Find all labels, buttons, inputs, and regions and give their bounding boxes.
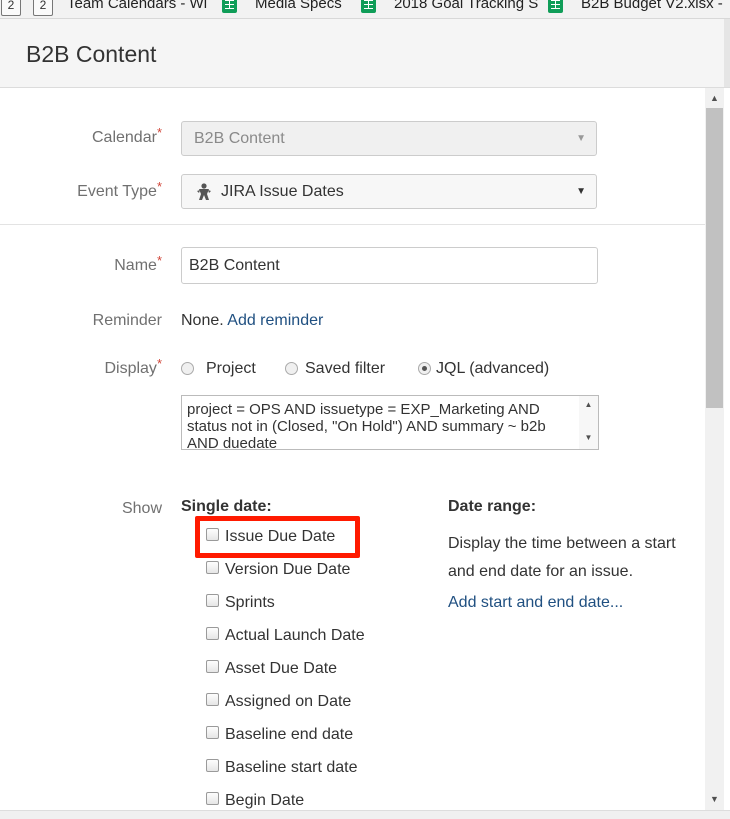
- checkbox-version-due-date[interactable]: [206, 561, 219, 574]
- event-type-select[interactable]: JIRA Issue Dates ▼: [181, 174, 597, 209]
- calendar-select: B2B Content ▼: [181, 121, 597, 156]
- calendar-label: Calendar*: [92, 125, 162, 146]
- page-scrollbar[interactable]: ▲ ▼: [705, 88, 724, 810]
- event-type-label: Event Type*: [77, 179, 162, 200]
- checkbox-actual-launch-date[interactable]: [206, 627, 219, 640]
- jql-textarea[interactable]: project = OPS AND issuetype = EXP_Market…: [181, 395, 599, 450]
- sheets-icon: [222, 0, 237, 13]
- calendar-select-value: B2B Content: [194, 130, 285, 147]
- window-edge: [724, 19, 730, 87]
- divider: [0, 224, 705, 225]
- radio-jql[interactable]: [418, 362, 431, 375]
- required-marker: *: [156, 179, 162, 194]
- dialog-title: B2B Content: [26, 41, 157, 67]
- bookmark-b2b-budget[interactable]: B2B Budget V2.xlsx -: [581, 0, 723, 12]
- add-reminder-link[interactable]: Add reminder: [227, 312, 323, 329]
- show-label: Show: [121, 500, 162, 517]
- annotation-highlight-box: [195, 516, 360, 558]
- reminder-value: None. Add reminder: [181, 312, 323, 330]
- checkbox-label: Version Due Date: [225, 561, 351, 578]
- checkbox-begin-date[interactable]: [206, 792, 219, 805]
- bookmark-media-specs[interactable]: Media Specs: [255, 0, 342, 12]
- jira-icon: [197, 183, 211, 200]
- checkbox-assigned-on-date[interactable]: [206, 693, 219, 706]
- checkbox-label: Baseline start date: [225, 759, 358, 776]
- reminder-none-text: None.: [181, 312, 224, 329]
- bookmark-team-calendars[interactable]: Team Calendars - Wi: [67, 0, 207, 12]
- jql-scrollbar[interactable]: ▲ ▼: [579, 396, 598, 449]
- checkbox-label: Actual Launch Date: [225, 627, 365, 644]
- checkbox-baseline-end-date[interactable]: [206, 726, 219, 739]
- checkbox-baseline-start-date[interactable]: [206, 759, 219, 772]
- checkbox-sprints[interactable]: [206, 594, 219, 607]
- scroll-up-icon[interactable]: ▲: [705, 90, 724, 106]
- checkbox-label: Assigned on Date: [225, 693, 352, 710]
- radio-saved-filter-label: Saved filter: [305, 360, 386, 377]
- radio-jql-label: JQL (advanced): [436, 360, 550, 377]
- sheets-icon: [548, 0, 563, 13]
- add-start-end-date-link[interactable]: Add start and end date...: [448, 594, 623, 612]
- event-type-value: JIRA Issue Dates: [221, 183, 344, 200]
- bookmarks-bar: 2 2 Team Calendars - Wi Media Specs 2018…: [0, 0, 730, 19]
- required-marker: *: [156, 253, 162, 268]
- date-range-description: Display the time between a start and end…: [448, 535, 676, 580]
- chevron-down-icon: ▼: [576, 186, 586, 197]
- checkbox-label: Begin Date: [225, 792, 305, 809]
- name-label: Name*: [114, 253, 162, 274]
- dialog-header: B2B Content: [0, 19, 730, 88]
- checkbox-label: Asset Due Date: [225, 660, 338, 677]
- scroll-up-icon[interactable]: ▲: [579, 400, 598, 409]
- radio-project-label: Project: [206, 360, 256, 377]
- required-marker: *: [156, 356, 162, 371]
- name-input[interactable]: [181, 247, 598, 284]
- date-range-heading: Date range:: [448, 498, 537, 515]
- display-label: Display*: [104, 356, 162, 377]
- single-date-heading: Single date:: [181, 498, 272, 515]
- checkbox-label: Baseline end date: [225, 726, 354, 743]
- checkbox-asset-due-date[interactable]: [206, 660, 219, 673]
- chevron-down-icon: ▼: [576, 133, 586, 144]
- team-calendars-icon: 2: [33, 0, 53, 16]
- radio-saved-filter[interactable]: [285, 362, 298, 375]
- checkbox-label: Sprints: [225, 594, 275, 611]
- reminder-label: Reminder: [92, 312, 162, 329]
- bookmark-goal-tracking[interactable]: 2018 Goal Tracking S: [394, 0, 538, 12]
- radio-project[interactable]: [181, 362, 194, 375]
- sheets-icon: [361, 0, 376, 13]
- scroll-down-icon[interactable]: ▼: [705, 791, 724, 807]
- tab-count-badge[interactable]: 2: [1, 0, 21, 16]
- scroll-down-icon[interactable]: ▼: [579, 433, 598, 442]
- scrollbar-thumb[interactable]: [706, 108, 723, 408]
- required-marker: *: [156, 125, 162, 140]
